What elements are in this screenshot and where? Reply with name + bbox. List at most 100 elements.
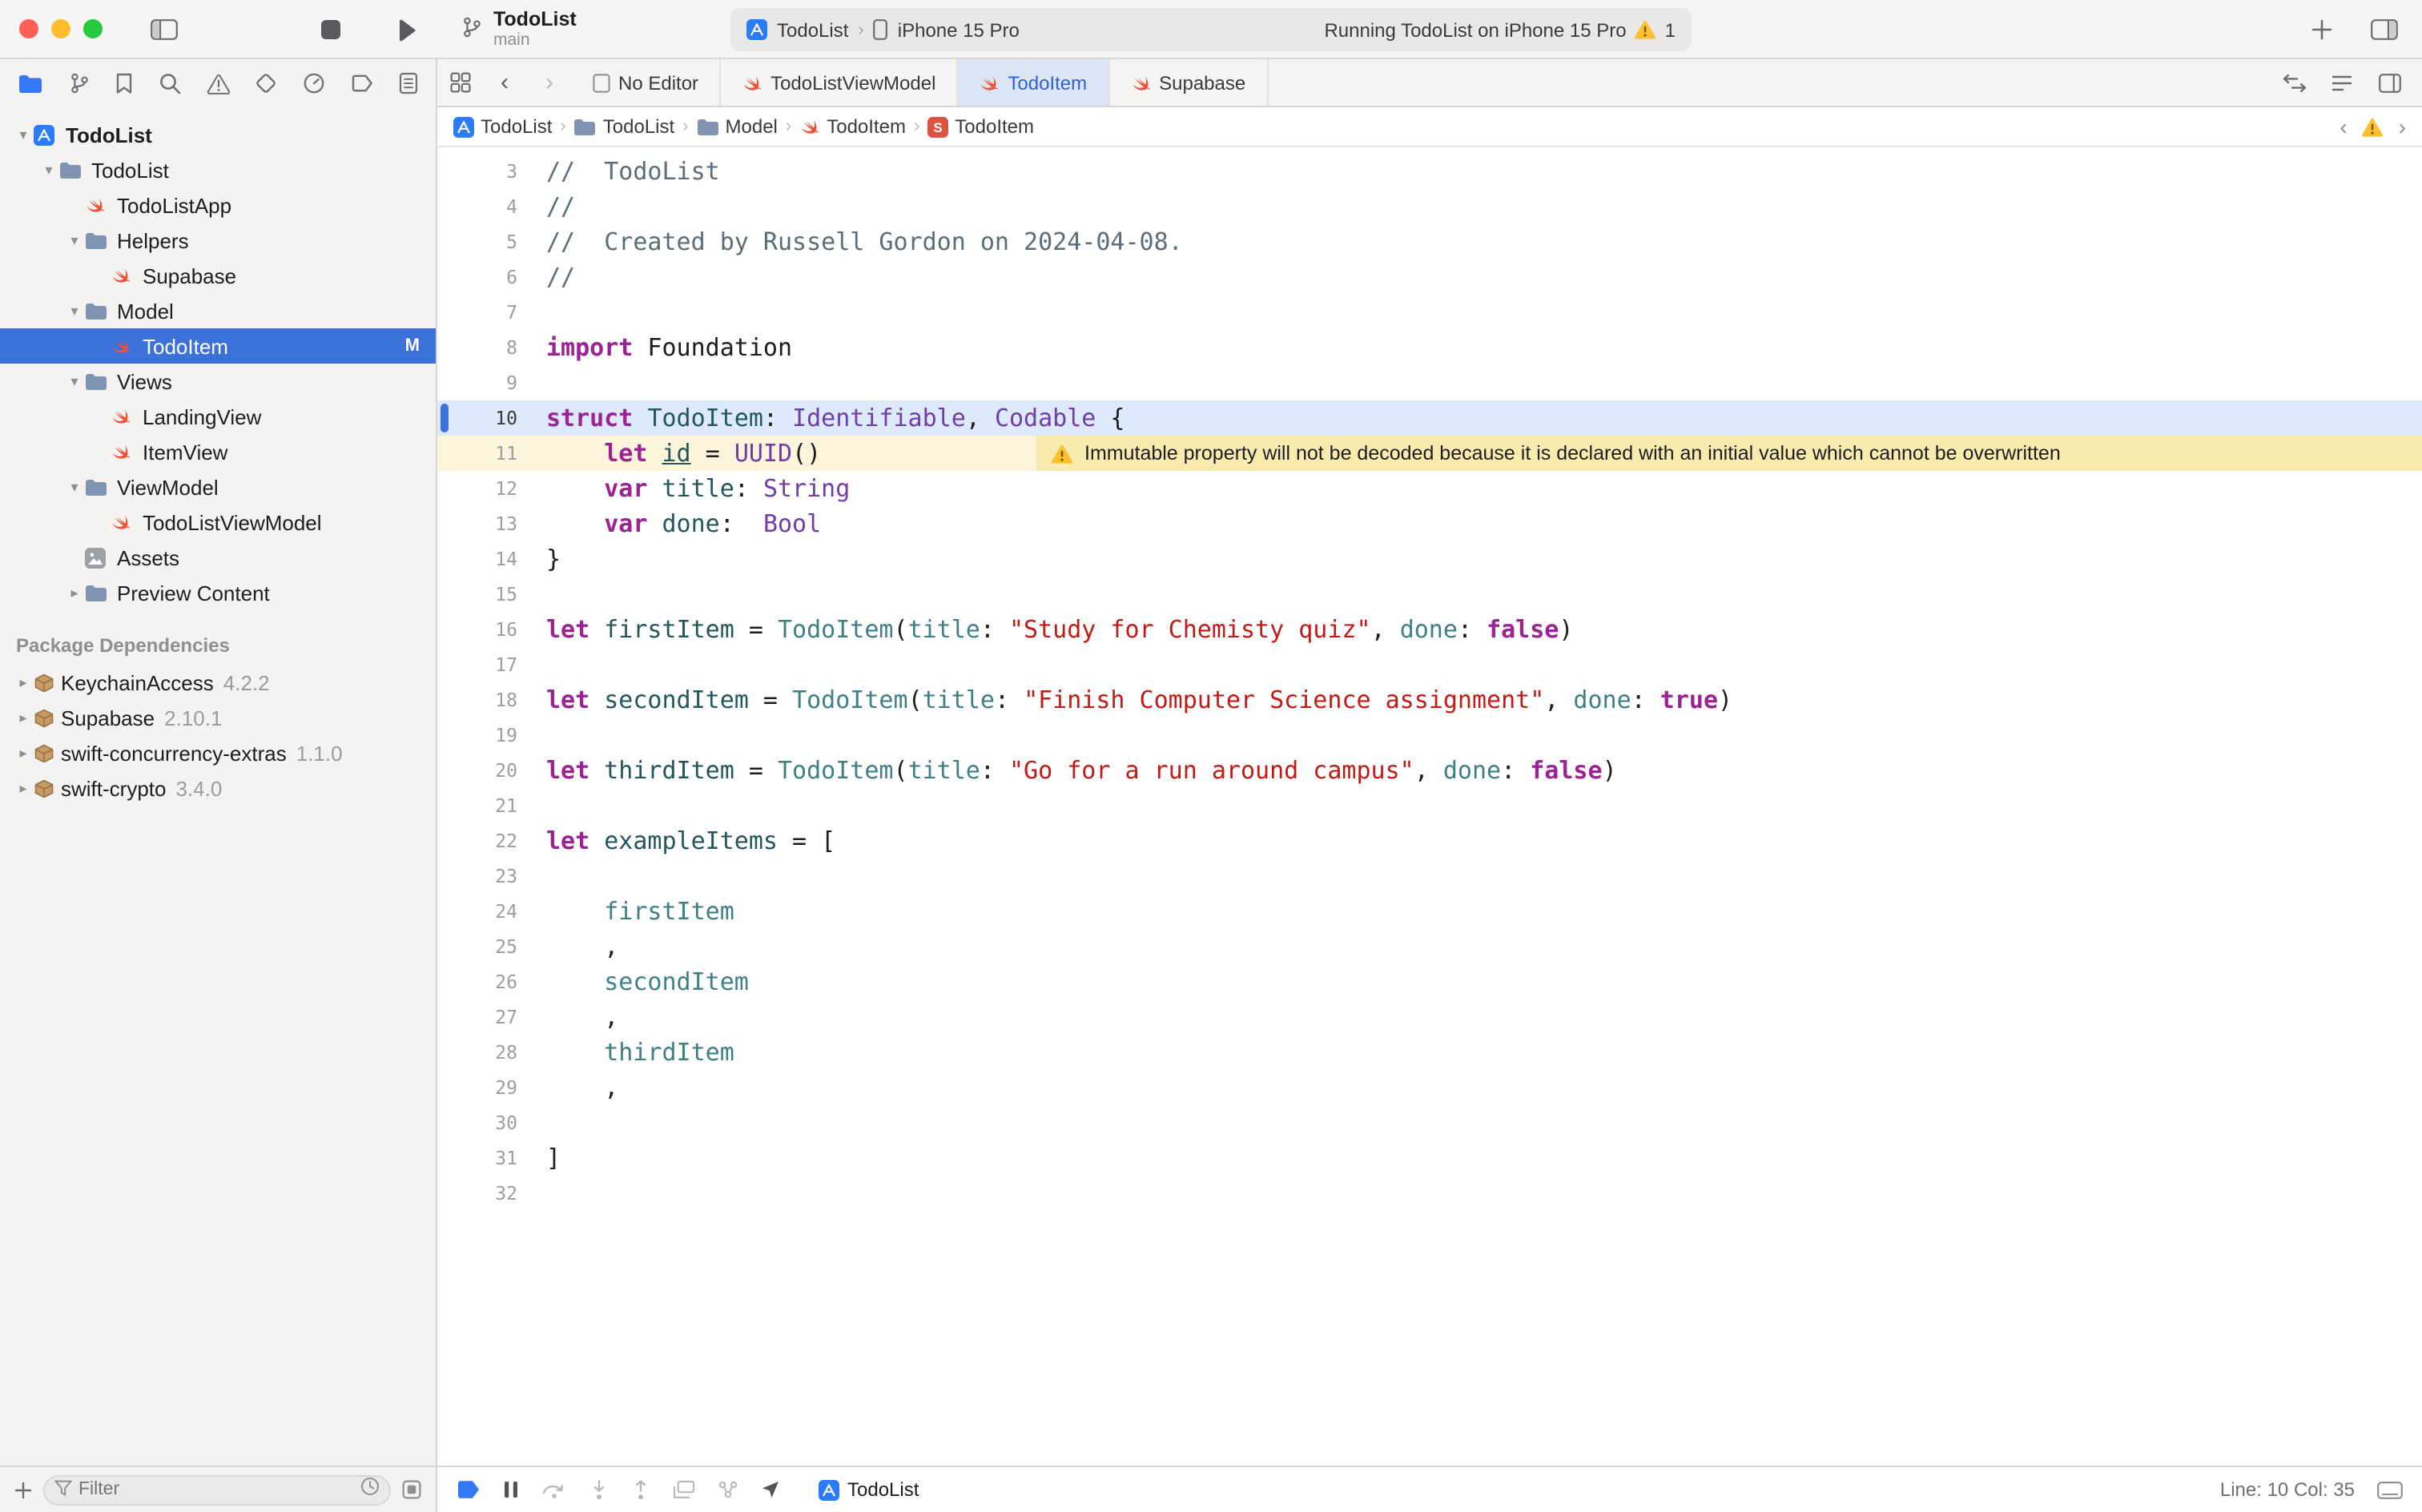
breakpoints-toggle-icon[interactable] <box>457 1480 481 1499</box>
disclosure-open-icon[interactable]: ▾ <box>64 478 85 496</box>
code-line-20[interactable]: 20let thirdItem = TodoItem(title: "Go fo… <box>437 753 2422 788</box>
zoom-window-button[interactable] <box>83 19 103 38</box>
line-number[interactable]: 9 <box>437 372 517 394</box>
add-item-button[interactable] <box>14 1481 32 1498</box>
line-number[interactable]: 28 <box>437 1041 517 1064</box>
tree-item-todolistapp[interactable]: TodoListApp <box>0 187 436 223</box>
warning-icon[interactable] <box>1635 19 1657 40</box>
code-review-icon[interactable] <box>2271 73 2316 92</box>
code-line-22[interactable]: 22let exampleItems = [ <box>437 823 2422 859</box>
package-item-swift-concurrency-extras[interactable]: ▸swift-concurrency-extras1.1.0 <box>0 735 436 770</box>
line-number[interactable]: 14 <box>437 548 517 570</box>
tab-supabase[interactable]: Supabase <box>1109 59 1268 106</box>
tree-item-itemview[interactable]: ItemView <box>0 434 436 469</box>
report-navigator-icon[interactable] <box>399 72 418 94</box>
toggle-left-sidebar-button[interactable] <box>144 0 183 59</box>
breakpoint-navigator-icon[interactable] <box>351 74 373 93</box>
code-editor[interactable]: 3// TodoList4//5// Created by Russell Go… <box>437 147 2422 1466</box>
disclosure-open-icon[interactable]: ▾ <box>64 372 85 390</box>
source-control-status-filter-icon[interactable] <box>402 1480 421 1499</box>
code-line-8[interactable]: 8import Foundation <box>437 330 2422 365</box>
package-item-keychainaccess[interactable]: ▸KeychainAccess4.2.2 <box>0 665 436 700</box>
test-navigator-icon[interactable] <box>255 72 278 94</box>
tree-item-landingview[interactable]: LandingView <box>0 399 436 434</box>
debug-navigator-icon[interactable] <box>304 72 326 94</box>
code-line-6[interactable]: 6// <box>437 259 2422 295</box>
run-button[interactable] <box>391 0 423 59</box>
tab-no-editor[interactable]: No Editor <box>572 59 721 106</box>
filter-input[interactable] <box>78 1480 354 1499</box>
add-editor-icon[interactable] <box>2368 73 2412 92</box>
tree-item-supabase[interactable]: Supabase <box>0 258 436 293</box>
breadcrumb-todoitem-4[interactable]: STodoItem <box>927 115 1034 138</box>
tree-item-todoitem[interactable]: TodoItemM <box>0 328 436 364</box>
simulate-location-icon[interactable] <box>761 1480 780 1499</box>
issue-navigator-icon[interactable] <box>206 73 230 94</box>
code-line-31[interactable]: 31] <box>437 1140 2422 1176</box>
line-number[interactable]: 27 <box>437 1006 517 1028</box>
breadcrumb-todolist-1[interactable]: TodoList <box>574 115 674 138</box>
stop-button[interactable] <box>314 0 346 59</box>
disclosure-closed-icon[interactable]: ▸ <box>13 709 34 726</box>
line-number[interactable]: 21 <box>437 794 517 817</box>
tree-item-model[interactable]: ▾Model <box>0 293 436 328</box>
line-number[interactable]: 6 <box>437 266 517 288</box>
disclosure-closed-icon[interactable]: ▸ <box>13 779 34 797</box>
code-line-12[interactable]: 12 var title: String <box>437 471 2422 506</box>
disclosure-closed-icon[interactable]: ▸ <box>13 674 34 691</box>
disclosure-open-icon[interactable]: ▾ <box>13 126 34 143</box>
line-number[interactable]: 10 <box>437 407 517 429</box>
tab-todoitem[interactable]: TodoItem <box>958 59 1109 106</box>
breadcrumb-todoitem-3[interactable]: TodoItem <box>799 115 906 138</box>
code-line-7[interactable]: 7 <box>437 295 2422 330</box>
breadcrumb-todolist-0[interactable]: TodoList <box>453 115 552 138</box>
new-tab-button[interactable] <box>2303 0 2339 59</box>
filter-field[interactable] <box>43 1474 391 1505</box>
line-number[interactable]: 29 <box>437 1076 517 1099</box>
code-line-9[interactable]: 9 <box>437 365 2422 400</box>
tree-item-todolist[interactable]: ▾TodoList <box>0 152 436 187</box>
code-line-14[interactable]: 14} <box>437 541 2422 577</box>
line-number[interactable]: 22 <box>437 830 517 852</box>
code-line-27[interactable]: 27 , <box>437 999 2422 1035</box>
line-number[interactable]: 26 <box>437 971 517 993</box>
step-over-icon[interactable] <box>541 1480 567 1499</box>
view-hierarchy-icon[interactable] <box>673 1480 695 1499</box>
line-number[interactable]: 16 <box>437 618 517 641</box>
minimize-window-button[interactable] <box>51 19 70 38</box>
line-number[interactable]: 17 <box>437 653 517 676</box>
code-line-5[interactable]: 5// Created by Russell Gordon on 2024-04… <box>437 224 2422 259</box>
tree-item-viewmodel[interactable]: ▾ViewModel <box>0 469 436 505</box>
back-button[interactable]: ‹ <box>482 59 527 106</box>
tab-todolistviewmodel[interactable]: TodoListViewModel <box>721 59 958 106</box>
disclosure-closed-icon[interactable]: ▸ <box>13 744 34 762</box>
step-out-icon[interactable] <box>631 1479 650 1500</box>
tree-item-todolist[interactable]: ▾TodoList <box>0 117 436 152</box>
code-line-13[interactable]: 13 var done: Bool <box>437 506 2422 541</box>
line-number[interactable]: 7 <box>437 301 517 324</box>
code-line-18[interactable]: 18let secondItem = TodoItem(title: "Fini… <box>437 682 2422 718</box>
line-number[interactable]: 13 <box>437 513 517 535</box>
toggle-right-sidebar-button[interactable] <box>2364 0 2403 59</box>
disclosure-open-icon[interactable]: ▾ <box>64 231 85 249</box>
warning-count[interactable]: 1 <box>1665 18 1676 41</box>
line-number[interactable]: 25 <box>437 935 517 958</box>
disclosure-open-icon[interactable]: ▾ <box>64 302 85 320</box>
package-item-supabase[interactable]: ▸Supabase2.10.1 <box>0 700 436 735</box>
line-number[interactable]: 12 <box>437 477 517 500</box>
code-line-4[interactable]: 4// <box>437 189 2422 224</box>
code-line-17[interactable]: 17 <box>437 647 2422 682</box>
inline-warning[interactable]: Immutable property will not be decoded b… <box>1036 436 2422 471</box>
line-number[interactable]: 5 <box>437 231 517 253</box>
tree-item-preview-content[interactable]: ▸Preview Content <box>0 575 436 610</box>
tree-item-assets[interactable]: Assets <box>0 540 436 575</box>
line-number[interactable]: 31 <box>437 1147 517 1169</box>
line-number[interactable]: 8 <box>437 336 517 359</box>
line-number[interactable]: 18 <box>437 689 517 711</box>
code-line-32[interactable]: 32 <box>437 1176 2422 1211</box>
close-window-button[interactable] <box>19 19 38 38</box>
editor-options-icon[interactable] <box>2319 73 2364 92</box>
previous-issue-button[interactable]: ‹ <box>2340 115 2347 138</box>
tree-item-views[interactable]: ▾Views <box>0 364 436 399</box>
code-line-3[interactable]: 3// TodoList <box>437 154 2422 189</box>
